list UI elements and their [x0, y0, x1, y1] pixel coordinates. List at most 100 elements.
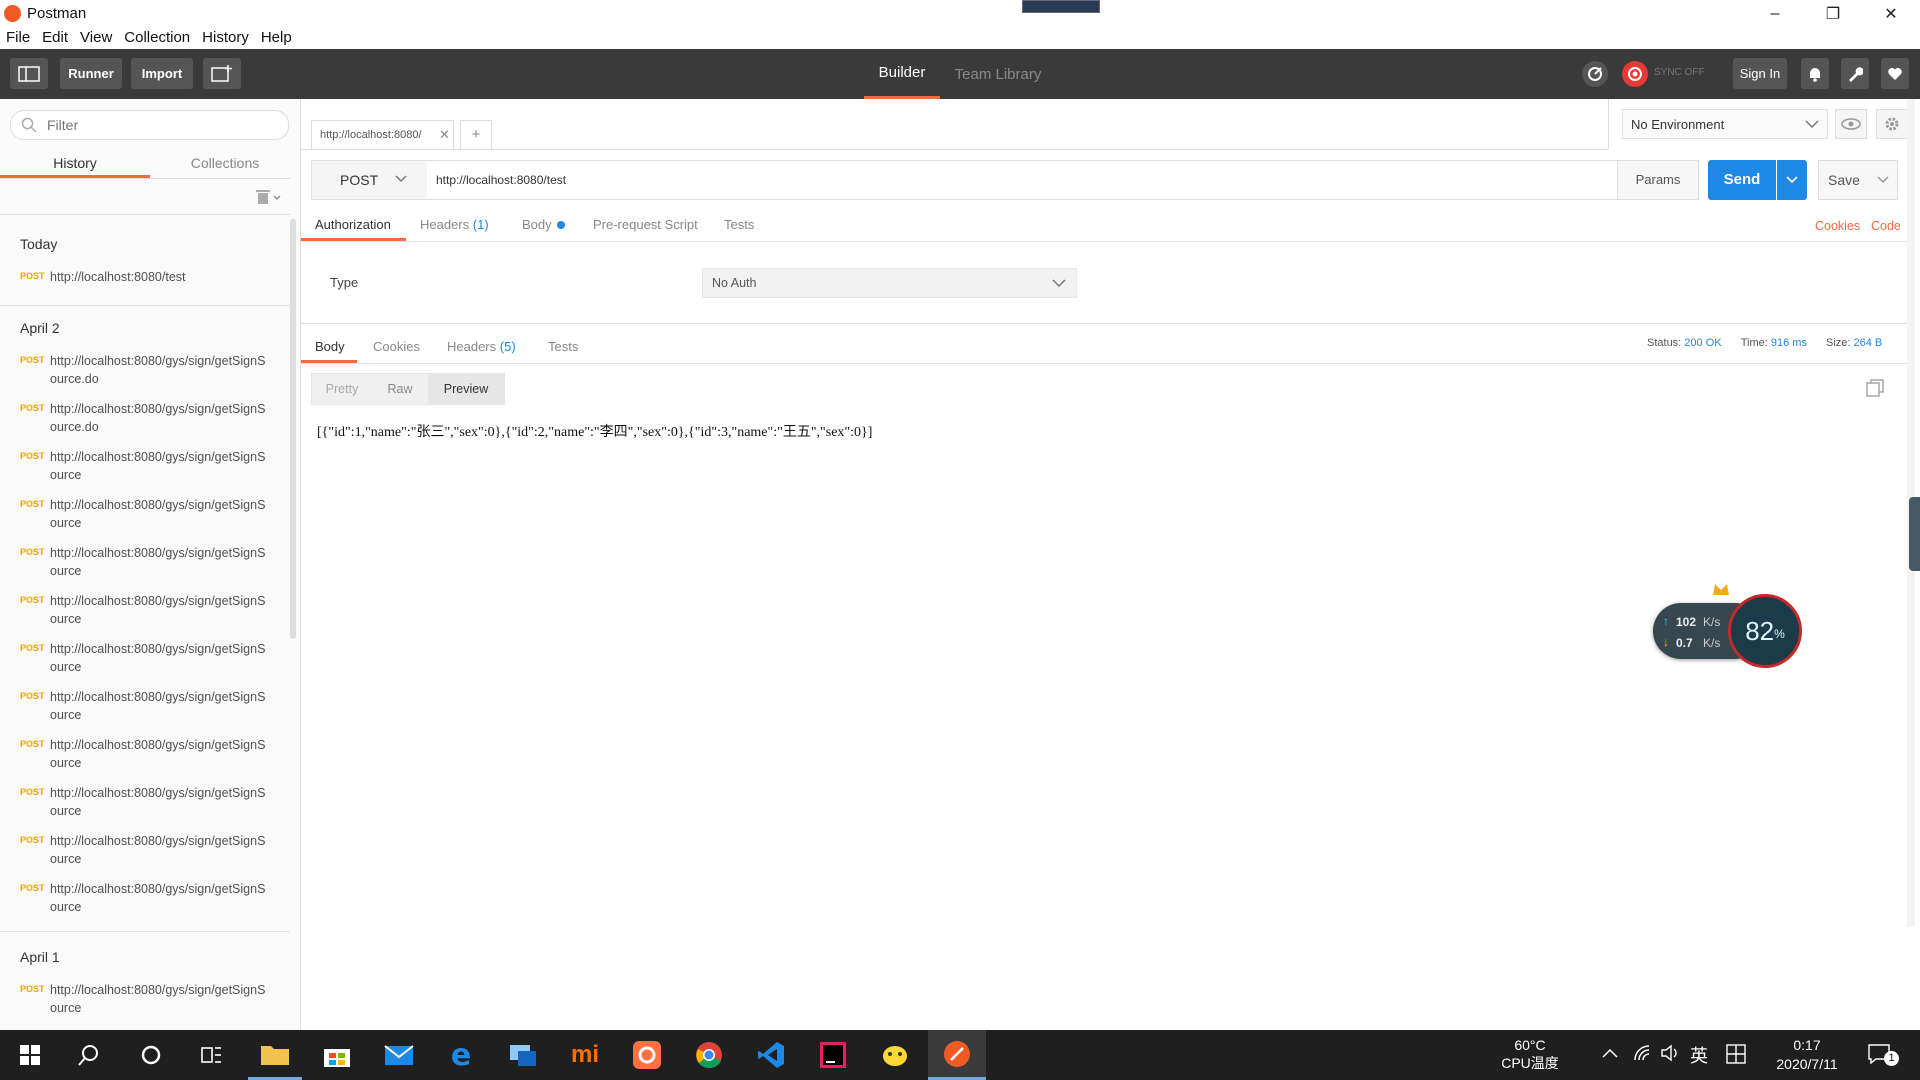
menu-collection[interactable]: Collection: [118, 28, 196, 49]
send-options-button[interactable]: [1777, 160, 1807, 200]
filter-input[interactable]: [45, 114, 279, 136]
start-button[interactable]: [0, 1030, 60, 1080]
taskbar-intellij[interactable]: [806, 1030, 860, 1080]
tab-team-library[interactable]: Team Library: [948, 49, 1048, 99]
ime-mode-button[interactable]: [1726, 1044, 1746, 1069]
history-item[interactable]: POST http://localhost:8080/gys/sign/getSi…: [20, 832, 280, 868]
taskbar-mi[interactable]: mi: [558, 1030, 612, 1080]
taskbar-postman[interactable]: [928, 1030, 986, 1080]
history-item[interactable]: POST http://localhost:8080/gys/sign/getSi…: [20, 592, 280, 628]
history-item[interactable]: POST http://localhost:8080/gys/sign/getSi…: [20, 352, 280, 388]
action-center-button[interactable]: 1: [1864, 1042, 1904, 1072]
menu-edit[interactable]: Edit: [36, 28, 74, 49]
interceptor-button[interactable]: [1582, 61, 1608, 87]
method-select[interactable]: POST: [311, 160, 429, 200]
search-button[interactable]: [62, 1030, 116, 1080]
environment-select[interactable]: No Environment: [1622, 109, 1828, 139]
volume-button[interactable]: [1661, 1044, 1681, 1067]
taskbar-store[interactable]: [310, 1030, 364, 1080]
new-tab-button[interactable]: +: [460, 120, 492, 149]
tab-builder[interactable]: Builder: [864, 49, 940, 99]
history-item[interactable]: POST http://localhost:8080/gys/sign/getSi…: [20, 640, 280, 676]
close-tab-icon[interactable]: ✕: [439, 127, 450, 143]
memory-usage-gauge[interactable]: 82 %: [1728, 594, 1802, 668]
favorite-button[interactable]: [1881, 58, 1909, 89]
menu-help[interactable]: Help: [255, 28, 298, 49]
response-tab-tests[interactable]: Tests: [548, 339, 578, 354]
network-button[interactable]: [1633, 1044, 1651, 1067]
history-url: http://localhost:8080/gys/sign/getSignSo…: [50, 738, 266, 770]
tab-history[interactable]: History: [0, 148, 150, 178]
params-button[interactable]: Params: [1617, 160, 1699, 200]
sidebar-scrollbar[interactable]: [290, 219, 296, 639]
view-mode-pretty[interactable]: Pretty: [312, 374, 372, 404]
history-item[interactable]: POST http://localhost:8080/gys/sign/getSi…: [20, 784, 280, 820]
response-tab-cookies[interactable]: Cookies: [373, 339, 420, 354]
taskbar-app-yellow[interactable]: [868, 1030, 922, 1080]
tab-collections[interactable]: Collections: [150, 148, 300, 178]
history-item[interactable]: POST http://localhost:8080/gys/sign/getSi…: [20, 981, 280, 1017]
tab-tests[interactable]: Tests: [724, 217, 754, 232]
tab-body[interactable]: Body: [522, 217, 566, 232]
history-item[interactable]: POST http://localhost:8080/gys/sign/getSi…: [20, 496, 280, 532]
taskbar-app-orange[interactable]: [620, 1030, 674, 1080]
clear-history-button[interactable]: [256, 189, 286, 207]
show-hidden-icons-button[interactable]: [1602, 1046, 1618, 1064]
taskbar-remote-desktop[interactable]: [496, 1030, 550, 1080]
side-dock-handle[interactable]: [1909, 497, 1920, 571]
runner-button[interactable]: Runner: [60, 58, 122, 89]
close-icon[interactable]: ✕: [1862, 0, 1920, 28]
settings-button[interactable]: [1841, 58, 1869, 89]
cortana-button[interactable]: [124, 1030, 178, 1080]
history-url: http://localhost:8080/gys/sign/getSignSo…: [50, 786, 266, 818]
task-view-button[interactable]: [184, 1030, 238, 1080]
taskbar-chrome[interactable]: [682, 1030, 736, 1080]
history-url: http://localhost:8080/gys/sign/getSignSo…: [50, 354, 266, 386]
menu-file[interactable]: File: [0, 28, 36, 49]
clock[interactable]: 0:17 2020/7/11: [1764, 1036, 1850, 1074]
send-button[interactable]: Send: [1708, 160, 1776, 200]
tab-headers[interactable]: Headers (1): [420, 217, 489, 232]
notifications-button[interactable]: [1801, 58, 1829, 89]
menu-view[interactable]: View: [74, 28, 118, 49]
history-item[interactable]: POST http://localhost:8080/gys/sign/getSi…: [20, 400, 280, 436]
new-window-button[interactable]: [203, 58, 241, 89]
request-tab[interactable]: http://localhost:8080/ ✕: [311, 120, 454, 150]
input-method-indicator[interactable]: 英: [1690, 1042, 1708, 1068]
grid-icon: [1726, 1044, 1746, 1064]
save-options-button[interactable]: [1869, 160, 1898, 200]
history-item[interactable]: POST http://localhost:8080/gys/sign/getSi…: [20, 688, 280, 724]
sidebar-toggle-button[interactable]: [10, 58, 48, 89]
url-input[interactable]: http://localhost:8080/test: [427, 160, 1618, 200]
import-button[interactable]: Import: [131, 58, 193, 89]
tab-authorization[interactable]: Authorization: [315, 217, 391, 232]
sync-status-button[interactable]: [1622, 61, 1648, 87]
view-mode-toggle: Pretty Raw Preview: [311, 373, 505, 405]
history-item[interactable]: POST http://localhost:8080/gys/sign/getSi…: [20, 544, 280, 580]
auth-type-select[interactable]: No Auth: [702, 268, 1077, 298]
taskbar-file-explorer[interactable]: [248, 1030, 302, 1080]
history-item[interactable]: POST http://localhost:8080/gys/sign/getSi…: [20, 448, 280, 484]
response-tab-headers[interactable]: Headers (5): [447, 339, 516, 354]
restore-icon[interactable]: ❐: [1804, 0, 1862, 28]
menu-history[interactable]: History: [196, 28, 255, 49]
save-button[interactable]: Save: [1818, 160, 1870, 200]
taskbar-edge[interactable]: e: [434, 1030, 488, 1080]
taskbar-vscode[interactable]: [744, 1030, 798, 1080]
history-item[interactable]: POST http://localhost:8080/test: [20, 268, 280, 286]
filter-input-box[interactable]: [10, 110, 289, 140]
taskbar-mail[interactable]: [372, 1030, 426, 1080]
view-mode-raw[interactable]: Raw: [372, 374, 428, 404]
history-item[interactable]: POST http://localhost:8080/gys/sign/getSi…: [20, 736, 280, 772]
copy-response-button[interactable]: [1866, 379, 1888, 401]
history-item[interactable]: POST http://localhost:8080/gys/sign/getSi…: [20, 880, 280, 916]
view-mode-preview[interactable]: Preview: [428, 374, 504, 404]
code-link[interactable]: Code: [1871, 219, 1901, 233]
cookies-link[interactable]: Cookies: [1815, 219, 1860, 233]
sign-in-button[interactable]: Sign In: [1733, 58, 1787, 89]
tab-prerequest-script[interactable]: Pre-request Script: [593, 217, 698, 232]
response-tab-body[interactable]: Body: [315, 339, 345, 354]
manage-environments-button[interactable]: [1876, 109, 1908, 139]
quick-look-button[interactable]: [1835, 109, 1867, 139]
minimize-icon[interactable]: –: [1746, 0, 1804, 28]
